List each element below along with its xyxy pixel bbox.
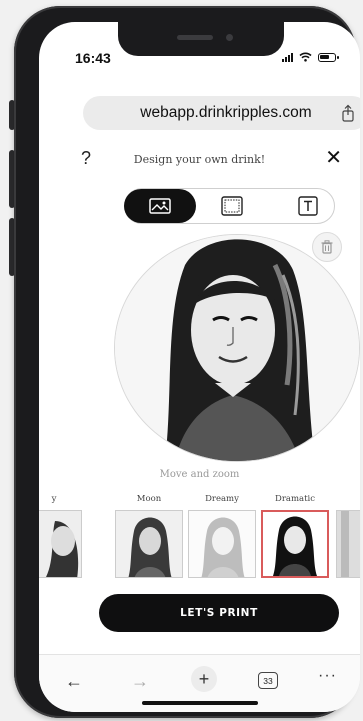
url-text: webapp.drinkripples.com <box>140 104 312 121</box>
forward-icon[interactable]: → <box>131 671 149 692</box>
text-icon <box>298 196 318 216</box>
filter-label: y <box>51 494 57 504</box>
address-bar[interactable]: webapp.drinkripples.com <box>83 96 360 130</box>
phone-frame: 16:43 webapp.drinkripples.com ? Design y… <box>14 6 360 718</box>
back-icon[interactable]: ← <box>65 671 83 692</box>
battery-icon <box>318 52 339 62</box>
camera <box>226 34 233 41</box>
frame-icon <box>221 196 243 216</box>
tab-text[interactable] <box>293 189 323 223</box>
delete-button[interactable] <box>312 232 342 262</box>
speaker <box>177 35 213 40</box>
filter-thumbnail[interactable] <box>188 510 256 578</box>
photo-canvas[interactable] <box>114 234 360 462</box>
filter-thumbnail[interactable] <box>39 510 82 578</box>
image-icon <box>149 198 171 214</box>
mode-toggle <box>124 188 335 224</box>
tabs-icon[interactable]: 33 <box>258 672 278 689</box>
close-icon[interactable]: ✕ <box>325 148 342 168</box>
tab-image[interactable] <box>124 189 196 223</box>
filter-label: Dramatic <box>275 494 315 504</box>
portrait-image <box>115 235 359 461</box>
trash-icon <box>321 240 333 254</box>
phone-screen: 16:43 webapp.drinkripples.com ? Design y… <box>39 22 360 712</box>
filter-label: Moon <box>136 494 162 504</box>
move-zoom-hint: Move and zoom <box>159 469 240 480</box>
share-icon[interactable] <box>341 104 355 122</box>
signal-icon <box>282 52 293 62</box>
thumbnail-image <box>263 512 327 576</box>
filter-thumbnail[interactable] <box>115 510 183 578</box>
new-tab-icon[interactable]: + <box>191 666 217 692</box>
thumbnail-image <box>337 511 360 577</box>
filter-label: Dreamy <box>205 494 239 504</box>
tab-frame[interactable] <box>217 189 247 223</box>
thumbnail-image <box>116 511 182 577</box>
status-time: 16:43 <box>75 50 111 66</box>
wifi-icon <box>299 52 312 62</box>
browser-toolbar: ← → + 33 ··· <box>39 654 360 712</box>
status-icons <box>282 52 339 62</box>
thumbnail-image <box>39 511 81 577</box>
lets-print-button[interactable]: LET'S PRINT <box>99 594 339 632</box>
thumbnail-image <box>189 511 255 577</box>
filter-thumbnail-selected[interactable] <box>261 510 329 578</box>
more-icon[interactable]: ··· <box>318 667 337 685</box>
notch <box>118 22 284 56</box>
filter-thumbnail[interactable] <box>336 510 360 578</box>
home-indicator <box>142 701 258 705</box>
page-title: Design your own drink! <box>133 153 266 166</box>
